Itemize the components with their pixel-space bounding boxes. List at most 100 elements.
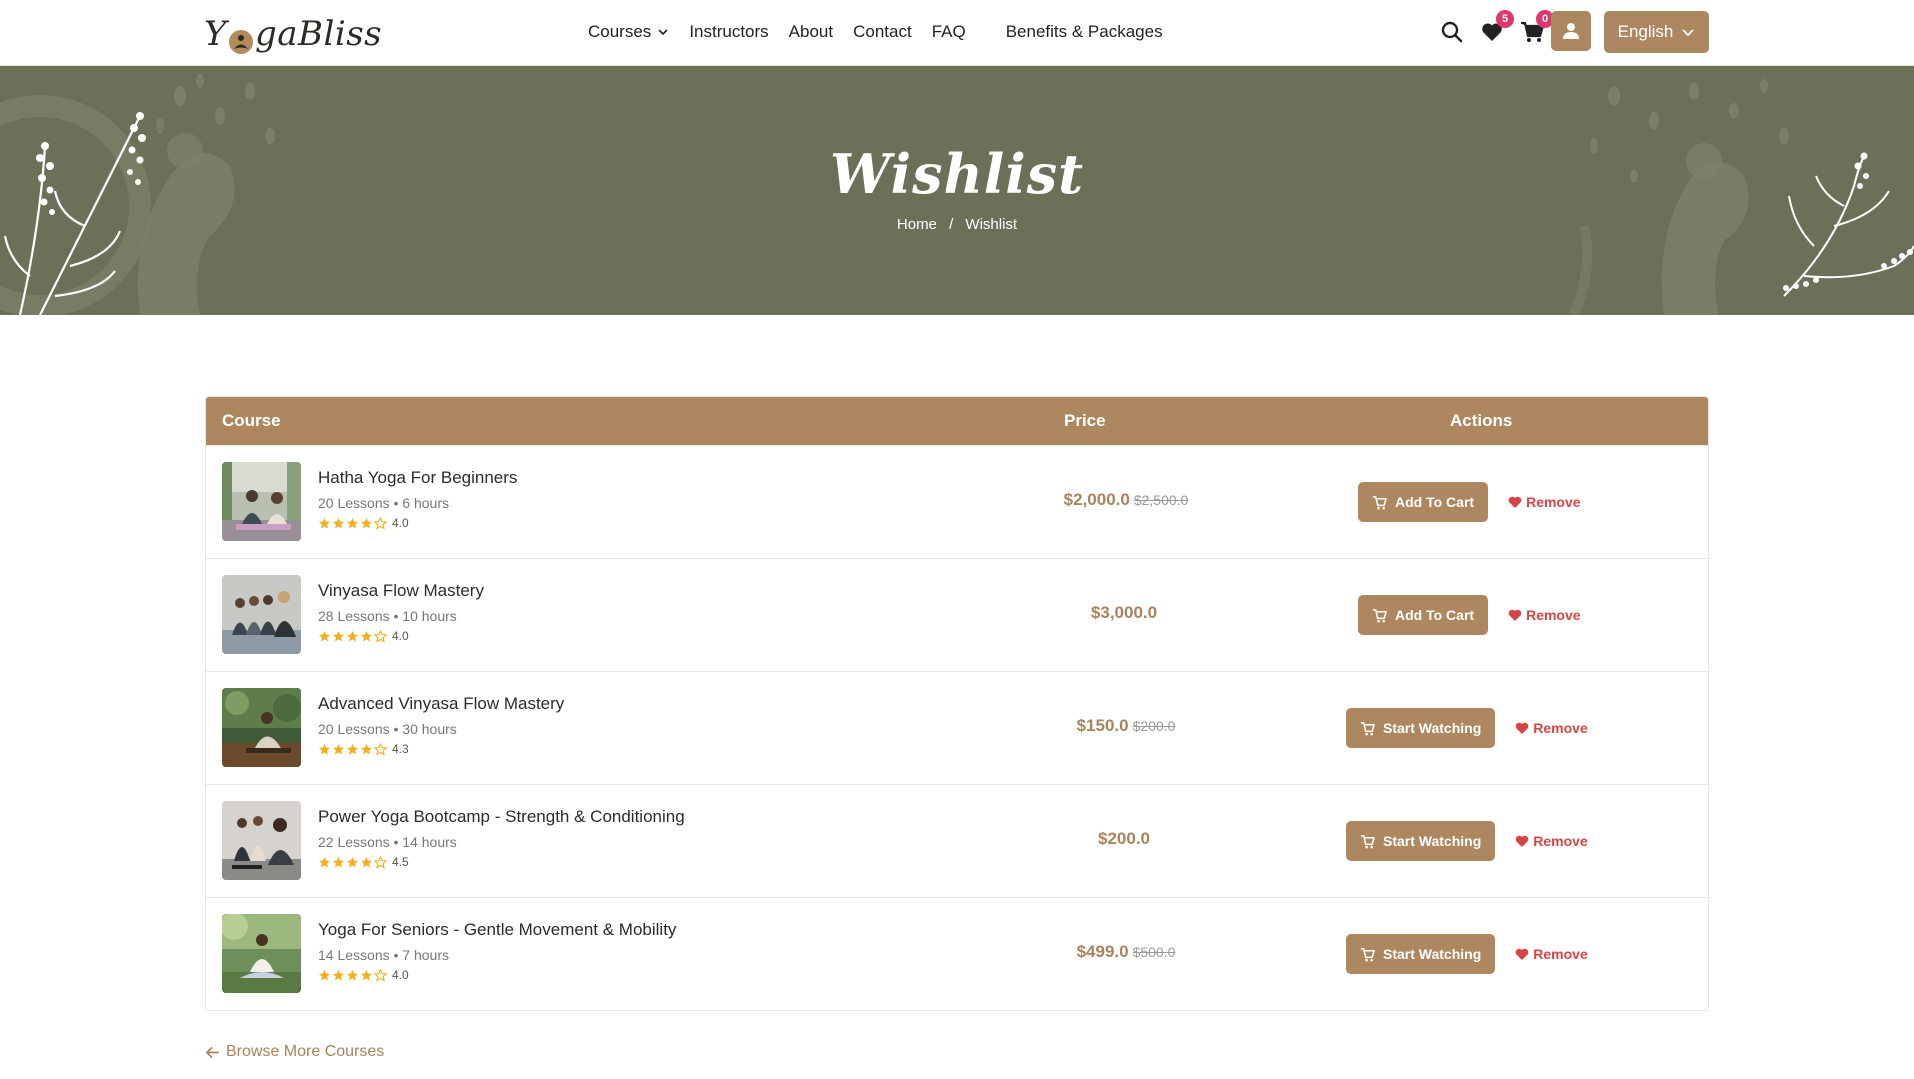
course-rating: 4.0 [318,629,484,643]
rating-value: 4.5 [392,855,409,869]
course-title[interactable]: Yoga For Seniors - Gentle Movement & Mob… [318,920,676,940]
course-rating: 4.0 [318,516,517,530]
course-meta: 22 Lessons • 14 hours [318,834,457,850]
table-row: Hatha Yoga For Beginners 20 Lessons • 6 … [206,445,1708,558]
star-empty-icon [374,855,387,869]
star-filled-icon [318,856,331,868]
original-price: $2,500.0 [1133,492,1189,508]
nav-contact[interactable]: Contact [853,22,912,42]
course-thumbnail[interactable] [222,688,301,767]
course-thumbnail[interactable] [222,575,301,654]
course-thumbnail[interactable] [222,801,301,880]
star-empty-icon [374,516,387,530]
course-meta: 20 Lessons • 30 hours [318,721,457,737]
column-header-course: Course [222,411,281,430]
course-title[interactable]: Power Yoga Bootcamp - Strength & Conditi… [318,807,685,827]
star-filled-icon [346,969,359,981]
breadcrumb-separator: / [949,216,954,233]
star-filled-icon [332,743,345,755]
cart-button[interactable]: 0 [1518,10,1554,46]
start-watching-button[interactable]: Start Watching [1346,708,1496,748]
remove-button[interactable]: Remove [1508,607,1581,623]
star-rating [318,629,388,643]
add-to-cart-label: Add To Cart [1395,607,1475,623]
nav-benefits-packages[interactable]: Benefits & Packages [1006,22,1163,42]
account-button[interactable] [1551,11,1591,51]
table-row: Vinyasa Flow Mastery 28 Lessons • 10 hou… [206,558,1708,671]
course-info: Hatha Yoga For Beginners 20 Lessons • 6 … [318,468,517,530]
nav-about[interactable]: About [789,22,833,42]
user-icon [1563,23,1579,39]
course-info: Vinyasa Flow Mastery 28 Lessons • 10 hou… [318,581,484,643]
nav-instructors[interactable]: Instructors [689,22,768,42]
cart-icon [1360,947,1375,961]
current-price: $3,000.0 [1090,603,1158,622]
course-info: Yoga For Seniors - Gentle Movement & Mob… [318,920,676,982]
lotus-icon [228,24,254,54]
start-watching-label: Start Watching [1383,946,1482,962]
table-row: Yoga For Seniors - Gentle Movement & Mob… [206,897,1708,1010]
course-title[interactable]: Advanced Vinyasa Flow Mastery [318,694,564,714]
add-to-cart-button[interactable]: Add To Cart [1358,595,1489,635]
star-filled-icon [318,743,331,755]
original-price: $500.0 [1132,944,1176,960]
heart-icon [1515,948,1529,960]
star-filled-icon [346,630,359,642]
start-watching-button[interactable]: Start Watching [1346,934,1496,974]
row-actions: Add To Cart Remove [1276,595,1708,635]
language-label: English [1617,22,1674,41]
course-thumbnail[interactable] [222,914,301,993]
star-filled-icon [332,856,345,868]
current-price: $499.0 [1076,942,1129,961]
remove-button[interactable]: Remove [1508,494,1581,510]
breadcrumb-home[interactable]: Home [897,216,937,233]
cart-icon [1360,834,1375,848]
search-icon [1441,21,1463,43]
price-cell: $2,000.0 $2,500.0 [986,490,1266,510]
price-cell: $200.0 [986,829,1266,849]
start-watching-button[interactable]: Start Watching [1346,821,1496,861]
nav-faq[interactable]: FAQ [932,22,966,42]
wishlist-button[interactable]: 5 [1478,10,1514,46]
start-watching-label: Start Watching [1383,720,1482,736]
remove-button[interactable]: Remove [1515,720,1588,736]
row-actions: Start Watching Remove [1276,934,1708,974]
course-thumbnail[interactable] [222,462,301,541]
remove-label: Remove [1526,607,1581,623]
course-rating: 4.0 [318,968,676,982]
price-cell: $150.0 $200.0 [986,716,1266,736]
column-header-actions: Actions [1450,411,1513,430]
star-filled-icon [318,630,331,642]
remove-button[interactable]: Remove [1515,833,1588,849]
site-logo[interactable]: Y gaBliss [204,12,382,56]
star-filled-icon [346,743,359,755]
star-filled-icon [360,630,373,642]
table-header: Course Price Actions [206,397,1708,445]
course-title[interactable]: Vinyasa Flow Mastery [318,581,484,601]
cart-icon [1372,608,1387,622]
row-actions: Add To Cart Remove [1276,482,1708,522]
current-price: $150.0 [1076,716,1129,735]
column-header-price: Price [1064,411,1106,430]
star-filled-icon [332,517,345,529]
star-filled-icon [360,743,373,755]
language-selector[interactable]: English [1604,11,1709,53]
browse-more-courses-link[interactable]: Browse More Courses [205,1043,384,1061]
main-nav: Courses Instructors About Contact FAQ Be… [588,20,1183,44]
course-rating: 4.3 [318,742,564,756]
search-button[interactable] [1438,18,1466,46]
heart-icon [1515,722,1529,734]
star-filled-icon [332,969,345,981]
course-meta: 20 Lessons • 6 hours [318,495,449,511]
star-filled-icon [318,969,331,981]
add-to-cart-button[interactable]: Add To Cart [1358,482,1489,522]
nav-courses[interactable]: Courses [588,22,669,42]
price-cell: $499.0 $500.0 [986,942,1266,962]
logo-text-end: gaBliss [254,14,383,54]
remove-label: Remove [1533,720,1588,736]
remove-button[interactable]: Remove [1515,946,1588,962]
current-price: $2,000.0 [1063,490,1130,509]
course-title[interactable]: Hatha Yoga For Beginners [318,468,517,488]
course-info: Advanced Vinyasa Flow Mastery 20 Lessons… [318,694,564,756]
star-filled-icon [360,856,373,868]
